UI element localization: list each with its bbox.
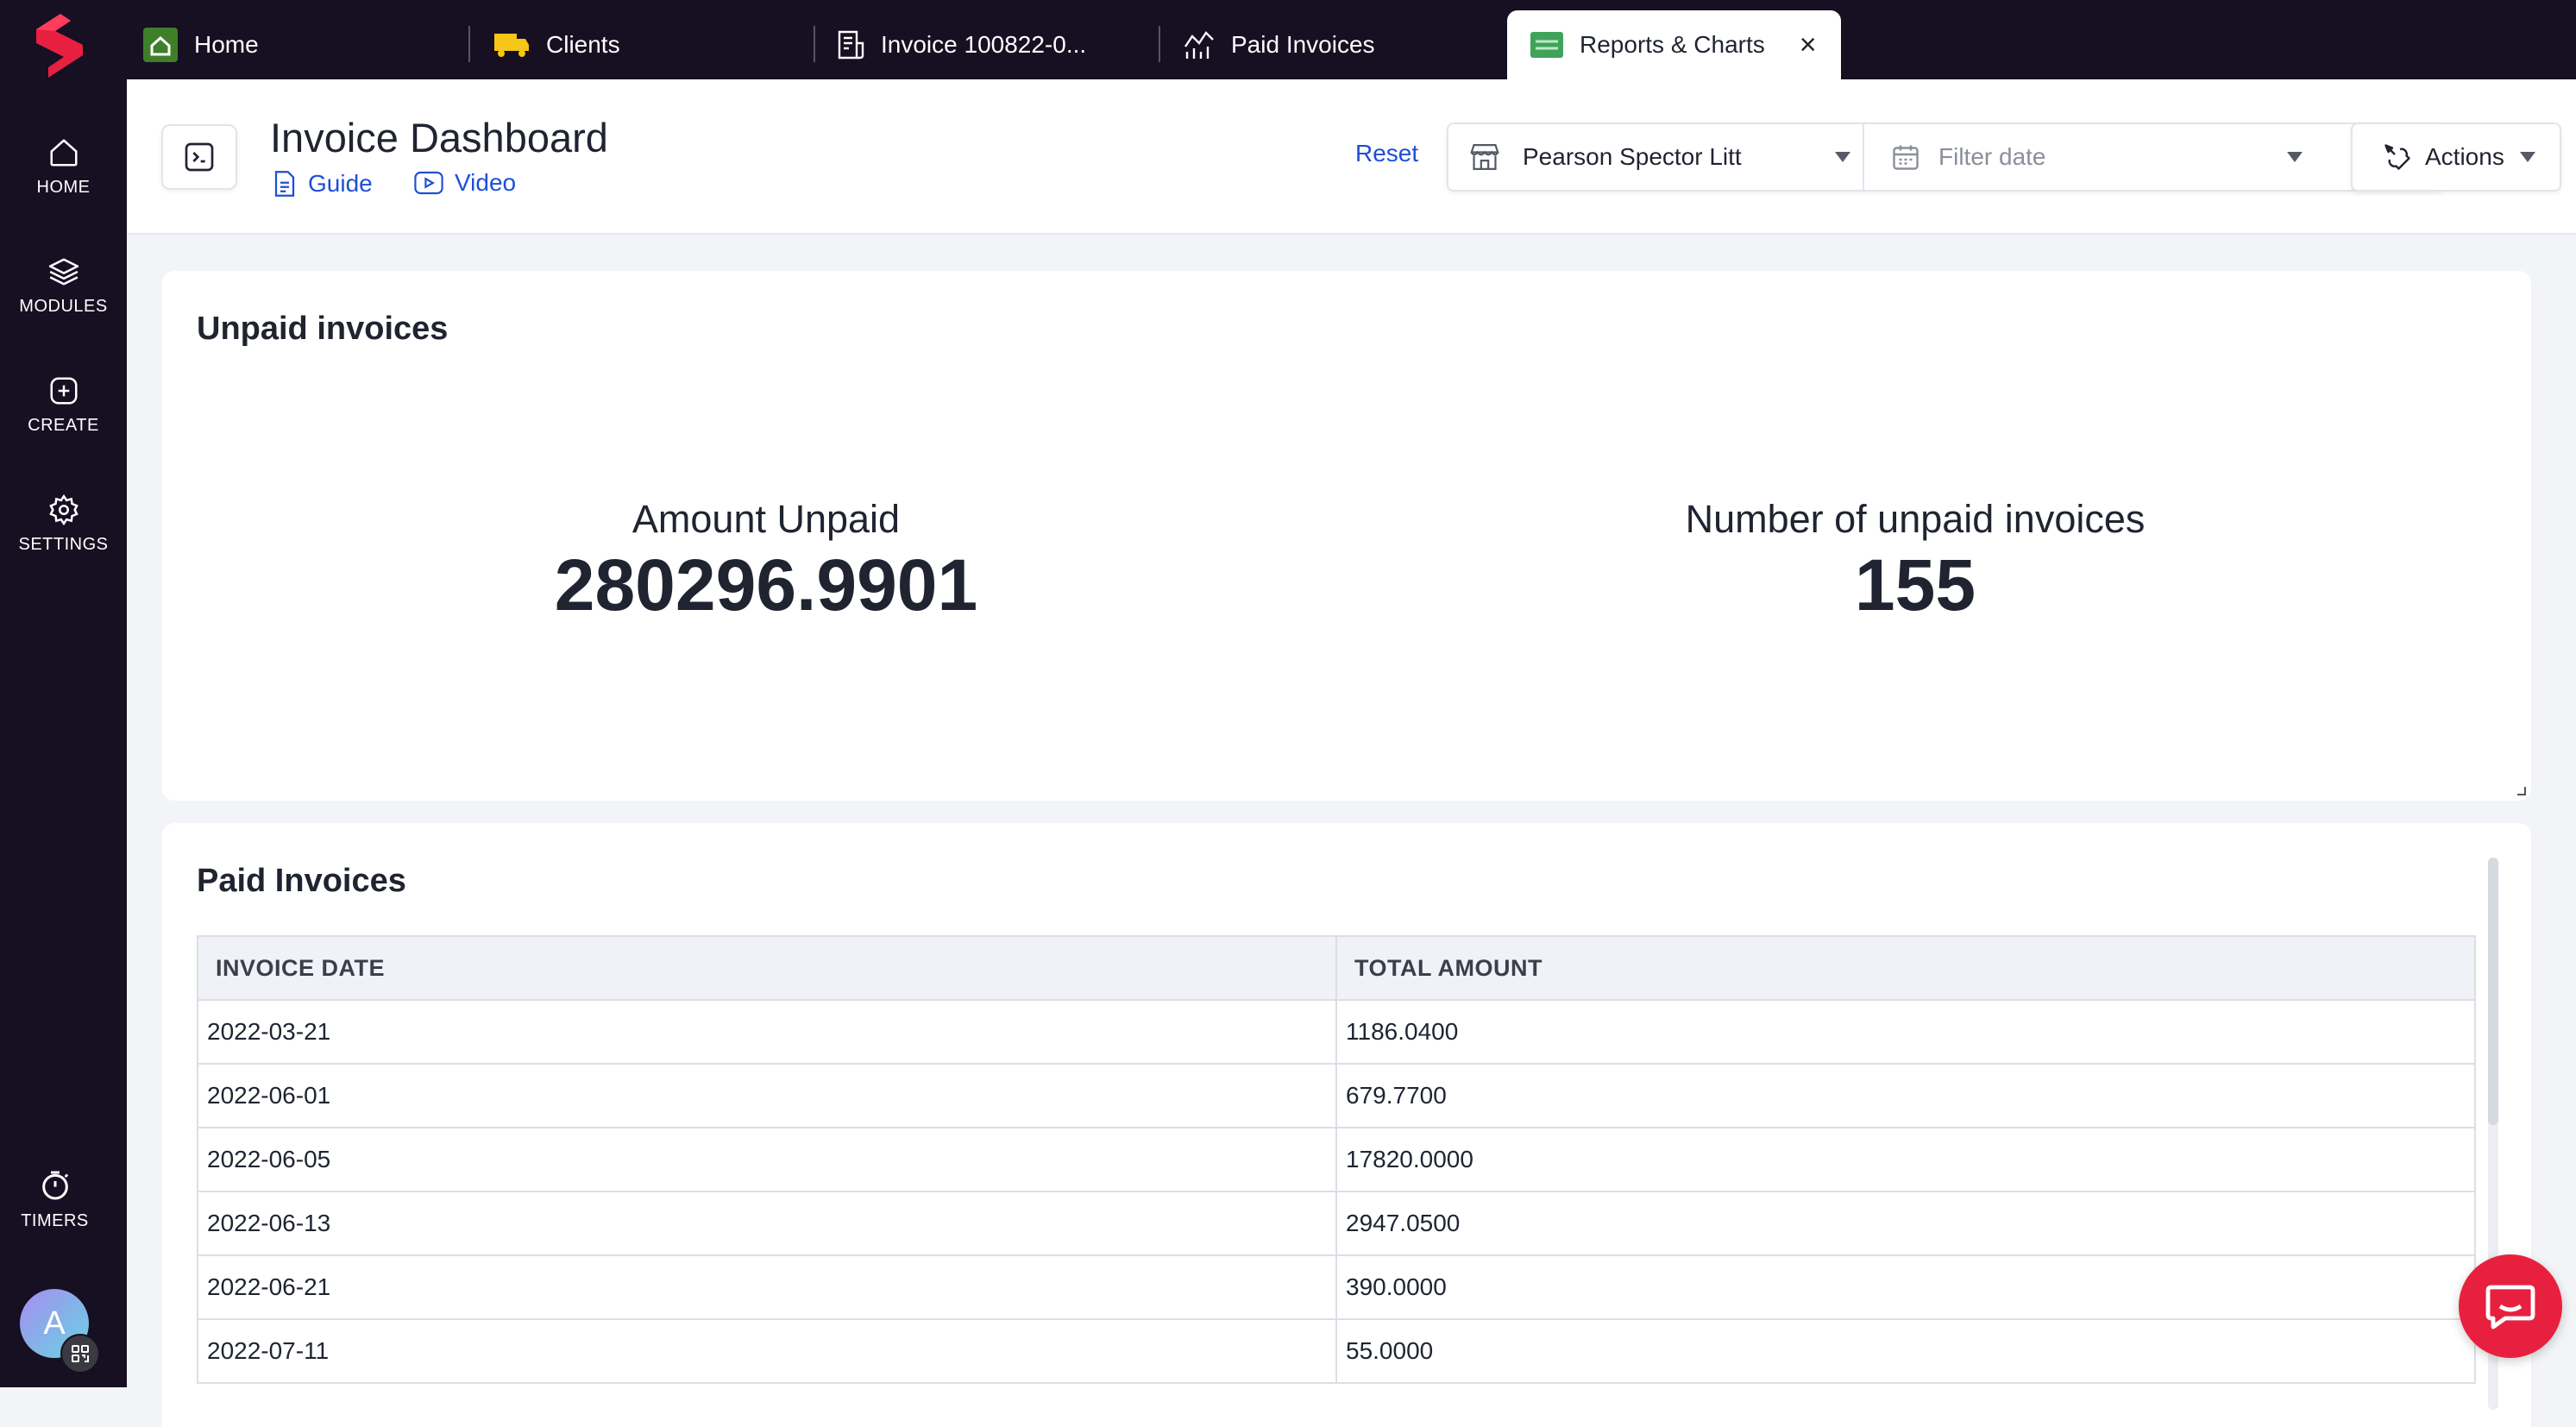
column-header-total-amount[interactable]: TOTAL AMOUNT: [1335, 935, 2476, 1001]
company-filter-select[interactable]: Pearson Spector Litt: [1448, 124, 1864, 190]
tab-home[interactable]: Home: [142, 10, 259, 79]
tab-clients[interactable]: Clients: [493, 10, 620, 79]
cell-total-amount: 390.0000: [1335, 1254, 2476, 1320]
tools-icon: [2384, 144, 2410, 170]
amount-unpaid-metric: Amount Unpaid 280296.9901: [335, 497, 1197, 627]
tab-reports-charts[interactable]: Reports & Charts ×: [1507, 10, 1841, 79]
tab-bar: Home Clients Invoice 100822-0... Paid In…: [127, 0, 2576, 79]
calendar-icon: [1893, 145, 1919, 170]
close-icon[interactable]: ×: [1800, 28, 1817, 62]
metric-label: Amount Unpaid: [631, 497, 901, 541]
chart-line-icon: [1183, 29, 1216, 60]
tab-paid-invoices[interactable]: Paid Invoices: [1183, 10, 1375, 79]
cell-total-amount: 679.7700: [1335, 1063, 2476, 1128]
video-link[interactable]: Video: [413, 169, 516, 197]
invoice-icon: [836, 29, 865, 60]
sidebar-item-timers[interactable]: TIMERS: [0, 1168, 118, 1231]
actions-button[interactable]: Actions: [2351, 123, 2561, 192]
stopwatch-icon: [41, 1171, 68, 1200]
table-row[interactable]: 2022-06-01 679.7700: [197, 1063, 2476, 1128]
paid-invoices-table: INVOICE DATE TOTAL AMOUNT 2022-03-21 118…: [197, 935, 2476, 1384]
cell-invoice-date: 2022-03-21: [197, 999, 1337, 1065]
guide-label: Guide: [308, 170, 373, 197]
store-icon: [1470, 144, 1499, 170]
page-title: Invoice Dashboard: [270, 115, 608, 160]
sidebar-item-label: SETTINGS: [18, 535, 109, 554]
sidebar-item-label: TIMERS: [21, 1211, 89, 1230]
sidebar-item-modules[interactable]: MODULES: [0, 255, 127, 317]
metric-label: Number of unpaid invoices: [1685, 497, 2146, 541]
chevron-down-icon: [1835, 152, 1850, 162]
tab-invoice[interactable]: Invoice 100822-0...: [836, 10, 1086, 79]
tab-separator: [814, 26, 815, 62]
layers-icon: [48, 258, 79, 286]
sidebar: HOME MODULES CREATE SETTINGS TIMERS A: [0, 0, 127, 1387]
filter-bar: Pearson Spector Litt Filter date: [1447, 123, 2444, 192]
play-video-icon: [414, 171, 443, 195]
sidebar-item-create[interactable]: CREATE: [0, 374, 127, 436]
cell-total-amount: 2947.0500: [1335, 1191, 2476, 1256]
gear-icon: [48, 493, 79, 526]
unpaid-count-metric: Number of unpaid invoices 155: [1484, 497, 2347, 627]
table-row[interactable]: 2022-06-21 390.0000: [197, 1254, 2476, 1320]
tab-label: Paid Invoices: [1231, 31, 1375, 58]
cell-total-amount: 55.0000: [1335, 1318, 2476, 1384]
terminal-icon: [185, 142, 214, 172]
chat-launcher-button[interactable]: [2459, 1254, 2562, 1358]
tab-label: Reports & Charts: [1580, 31, 1765, 58]
chevron-down-icon: [2287, 152, 2303, 162]
cell-invoice-date: 2022-07-11: [197, 1318, 1337, 1384]
page-header: Invoice Dashboard Guide Video Reset Pear…: [127, 79, 2576, 235]
truck-icon: [493, 30, 531, 60]
metric-value: 155: [1854, 544, 1976, 625]
cell-invoice-date: 2022-06-13: [197, 1191, 1337, 1256]
metric-value: 280296.9901: [554, 544, 978, 625]
guide-link[interactable]: Guide: [272, 169, 373, 198]
cell-invoice-date: 2022-06-05: [197, 1127, 1337, 1192]
actions-label: Actions: [2425, 143, 2504, 170]
report-tile-icon: [1530, 31, 1564, 59]
chevron-down-icon: [2519, 152, 2535, 162]
cell-invoice-date: 2022-06-21: [197, 1254, 1337, 1320]
app-logo-icon[interactable]: [29, 12, 91, 79]
reset-button[interactable]: Reset: [1355, 140, 1418, 167]
dashboard-menu-button[interactable]: [161, 124, 237, 190]
table-row[interactable]: 2022-03-21 1186.0400: [197, 999, 2476, 1065]
home-tile-icon: [142, 27, 179, 63]
chat-icon: [2485, 1285, 2535, 1330]
sidebar-item-label: HOME: [36, 178, 91, 197]
tab-separator: [468, 26, 470, 62]
card-title: Paid Invoices: [197, 863, 406, 899]
table-row[interactable]: 2022-06-13 2947.0500: [197, 1191, 2476, 1256]
cell-total-amount: 1186.0400: [1335, 999, 2476, 1065]
sidebar-item-settings[interactable]: SETTINGS: [0, 493, 127, 555]
tab-separator: [1159, 26, 1160, 62]
sidebar-item-home[interactable]: HOME: [0, 136, 127, 198]
table-header-row: INVOICE DATE TOTAL AMOUNT: [197, 935, 2476, 1001]
column-header-invoice-date[interactable]: INVOICE DATE: [197, 935, 1337, 1001]
unpaid-invoices-card: Unpaid invoices Amount Unpaid 280296.990…: [162, 271, 2531, 801]
cell-invoice-date: 2022-06-01: [197, 1063, 1337, 1128]
scrollbar-thumb[interactable]: [2488, 858, 2498, 1125]
cell-total-amount: 17820.0000: [1335, 1127, 2476, 1192]
home-icon: [49, 139, 78, 167]
sidebar-item-label: CREATE: [28, 416, 99, 435]
table-row[interactable]: 2022-07-11 55.0000: [197, 1318, 2476, 1384]
tab-label: Home: [194, 31, 259, 58]
paid-invoices-card: Paid Invoices INVOICE DATE TOTAL AMOUNT …: [162, 823, 2531, 1427]
card-title: Unpaid invoices: [197, 311, 449, 347]
table-row[interactable]: 2022-06-05 17820.0000: [197, 1127, 2476, 1192]
plus-square-icon: [49, 377, 78, 405]
date-filter-placeholder: Filter date: [1938, 143, 2046, 170]
video-label: Video: [455, 169, 517, 196]
sidebar-item-label: MODULES: [19, 297, 108, 316]
document-icon: [274, 171, 295, 197]
tab-label: Invoice 100822-0...: [881, 31, 1087, 58]
qr-code-icon[interactable]: [60, 1334, 100, 1374]
company-filter-value: Pearson Spector Litt: [1523, 143, 1742, 170]
tab-label: Clients: [546, 31, 620, 58]
resize-handle-icon[interactable]: [2517, 787, 2526, 795]
